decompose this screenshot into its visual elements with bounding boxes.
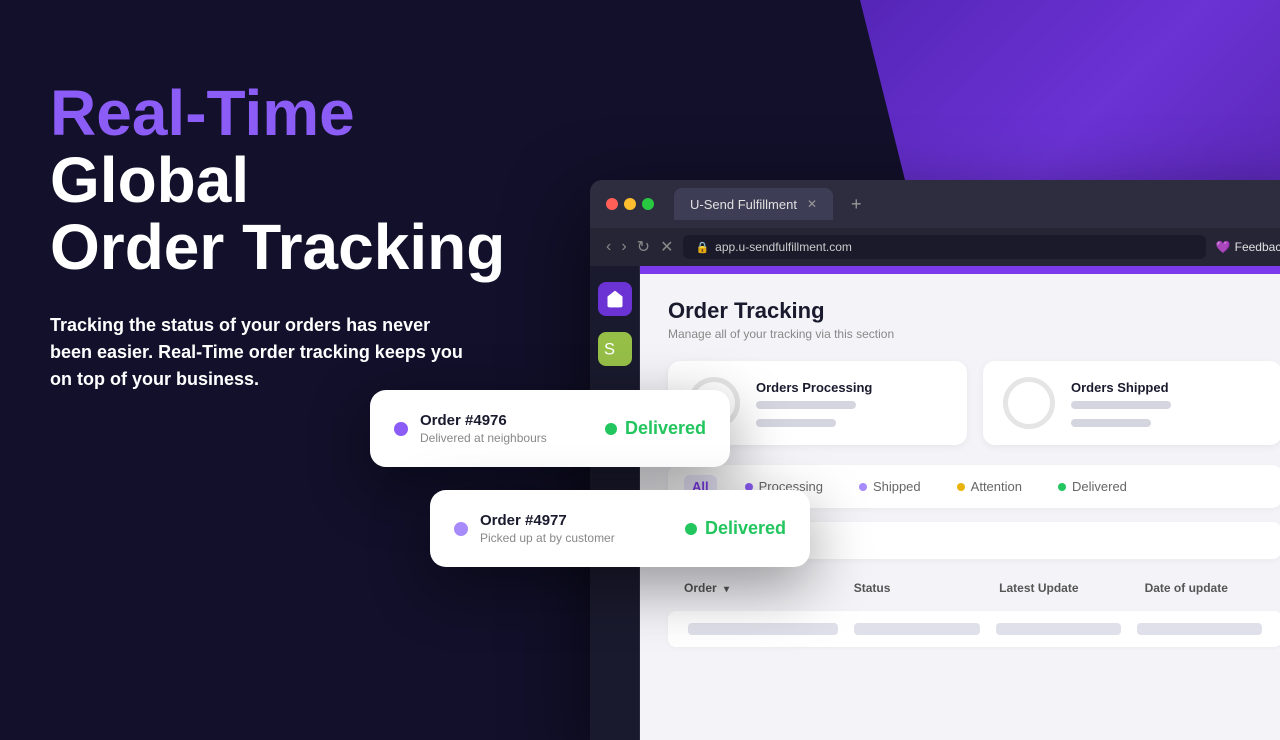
filter-dot-attention — [957, 483, 965, 491]
stat-card-shipped: Orders Shipped — [983, 361, 1280, 445]
stat-info-shipped: Orders Shipped — [1071, 380, 1171, 427]
order-subtitle-1: Delivered at neighbours — [420, 431, 547, 445]
order-card-1: Order #4976 Delivered at neighbours Deli… — [370, 390, 730, 467]
traffic-lights — [606, 198, 654, 210]
tab-title: U-Send Fulfillment — [690, 197, 797, 212]
stat-info-processing: Orders Processing — [756, 380, 872, 427]
minimize-button-traffic[interactable] — [624, 198, 636, 210]
td-placeholder-2 — [854, 623, 979, 635]
close-button-traffic[interactable] — [606, 198, 618, 210]
table-row — [668, 611, 1280, 647]
stat-bar-2 — [756, 419, 836, 427]
hero-section: Real-Time GlobalOrder Tracking Tracking … — [50, 80, 550, 393]
filter-label-shipped: Shipped — [873, 479, 921, 494]
order-number-2: Order #4977 — [480, 512, 615, 529]
status-label-2: Delivered — [705, 518, 786, 539]
filter-dot-delivered — [1058, 483, 1066, 491]
stat-bar-1 — [756, 401, 856, 409]
filter-dot-shipped — [859, 483, 867, 491]
forward-icon[interactable]: › — [621, 238, 626, 256]
page-subtitle: Manage all of your tracking via this sec… — [668, 327, 1280, 341]
stat-bar-4 — [1071, 419, 1151, 427]
stat-circle-shipped — [1003, 377, 1055, 429]
back-icon[interactable]: ‹ — [606, 238, 611, 256]
stats-row: Orders Processing Orders Shipped — [668, 361, 1280, 445]
secure-icon: 🔒 — [695, 241, 709, 254]
td-placeholder-3 — [996, 623, 1121, 635]
order-number-1: Order #4976 — [420, 412, 547, 429]
sidebar-icon-shopify[interactable]: S — [598, 332, 632, 366]
filter-tab-delivered[interactable]: Delivered — [1050, 475, 1135, 498]
th-latest-update: Latest Update — [987, 573, 1132, 603]
url-text: app.u-sendfulfillment.com — [715, 240, 852, 254]
shopify-icon: S — [604, 338, 626, 360]
home-icon — [605, 289, 625, 309]
order-dot-2 — [454, 522, 468, 536]
stat-label-shipped: Orders Shipped — [1071, 380, 1171, 395]
order-status-1: Delivered — [605, 418, 706, 439]
th-date-of-update: Date of update — [1133, 573, 1278, 603]
heart-icon: 💜 — [1216, 240, 1231, 254]
hero-title-highlight: Real-Time — [50, 77, 355, 149]
hero-title-rest: GlobalOrder Tracking — [50, 144, 505, 283]
th-status: Status — [842, 573, 987, 603]
td-placeholder-4 — [1137, 623, 1262, 635]
sort-icon[interactable]: ▾ — [724, 584, 729, 595]
refresh-icon[interactable]: ↻ — [637, 237, 650, 257]
order-left-1: Order #4976 Delivered at neighbours — [394, 412, 547, 445]
page-title: Order Tracking — [668, 298, 1280, 324]
stat-label-processing: Orders Processing — [756, 380, 872, 395]
browser-nav: ‹ › ↻ ✕ 🔒 app.u-sendfulfillment.com 💜 Fe… — [590, 228, 1280, 266]
close-nav-icon[interactable]: ✕ — [660, 237, 673, 257]
status-label-1: Delivered — [625, 418, 706, 439]
filter-label-delivered: Delivered — [1072, 479, 1127, 494]
order-card-2: Order #4977 Picked up at by customer Del… — [430, 490, 810, 567]
svg-text:S: S — [604, 341, 615, 359]
hero-title: Real-Time GlobalOrder Tracking — [50, 80, 550, 282]
feedback-button[interactable]: 💜 Feedback? — [1216, 240, 1280, 254]
feedback-label: Feedback? — [1235, 240, 1280, 254]
order-info-1: Order #4976 Delivered at neighbours — [420, 412, 547, 445]
order-info-2: Order #4977 Picked up at by customer — [480, 512, 615, 545]
td-placeholder-1 — [688, 623, 838, 635]
browser-chrome: U-Send Fulfillment ✕ + — [590, 180, 1280, 228]
sidebar-icon-home[interactable] — [598, 282, 632, 316]
url-bar[interactable]: 🔒 app.u-sendfulfillment.com — [683, 235, 1205, 259]
order-left-2: Order #4977 Picked up at by customer — [454, 512, 615, 545]
filter-tab-attention[interactable]: Attention — [949, 475, 1030, 498]
status-dot-1 — [605, 423, 617, 435]
stat-bar-3 — [1071, 401, 1171, 409]
table-header: Order ▾ Status Latest Update Date of upd… — [668, 573, 1280, 603]
maximize-button-traffic[interactable] — [642, 198, 654, 210]
th-order: Order ▾ — [672, 573, 842, 603]
browser-tab[interactable]: U-Send Fulfillment ✕ — [674, 188, 833, 220]
new-tab-icon[interactable]: + — [851, 194, 862, 215]
hero-description: Tracking the status of your orders has n… — [50, 312, 470, 393]
order-subtitle-2: Picked up at by customer — [480, 531, 615, 545]
order-dot-1 — [394, 422, 408, 436]
filter-tab-shipped[interactable]: Shipped — [851, 475, 929, 498]
status-dot-2 — [685, 523, 697, 535]
order-status-2: Delivered — [685, 518, 786, 539]
close-icon[interactable]: ✕ — [807, 197, 817, 211]
app-topbar — [640, 266, 1280, 274]
filter-label-attention: Attention — [971, 479, 1022, 494]
